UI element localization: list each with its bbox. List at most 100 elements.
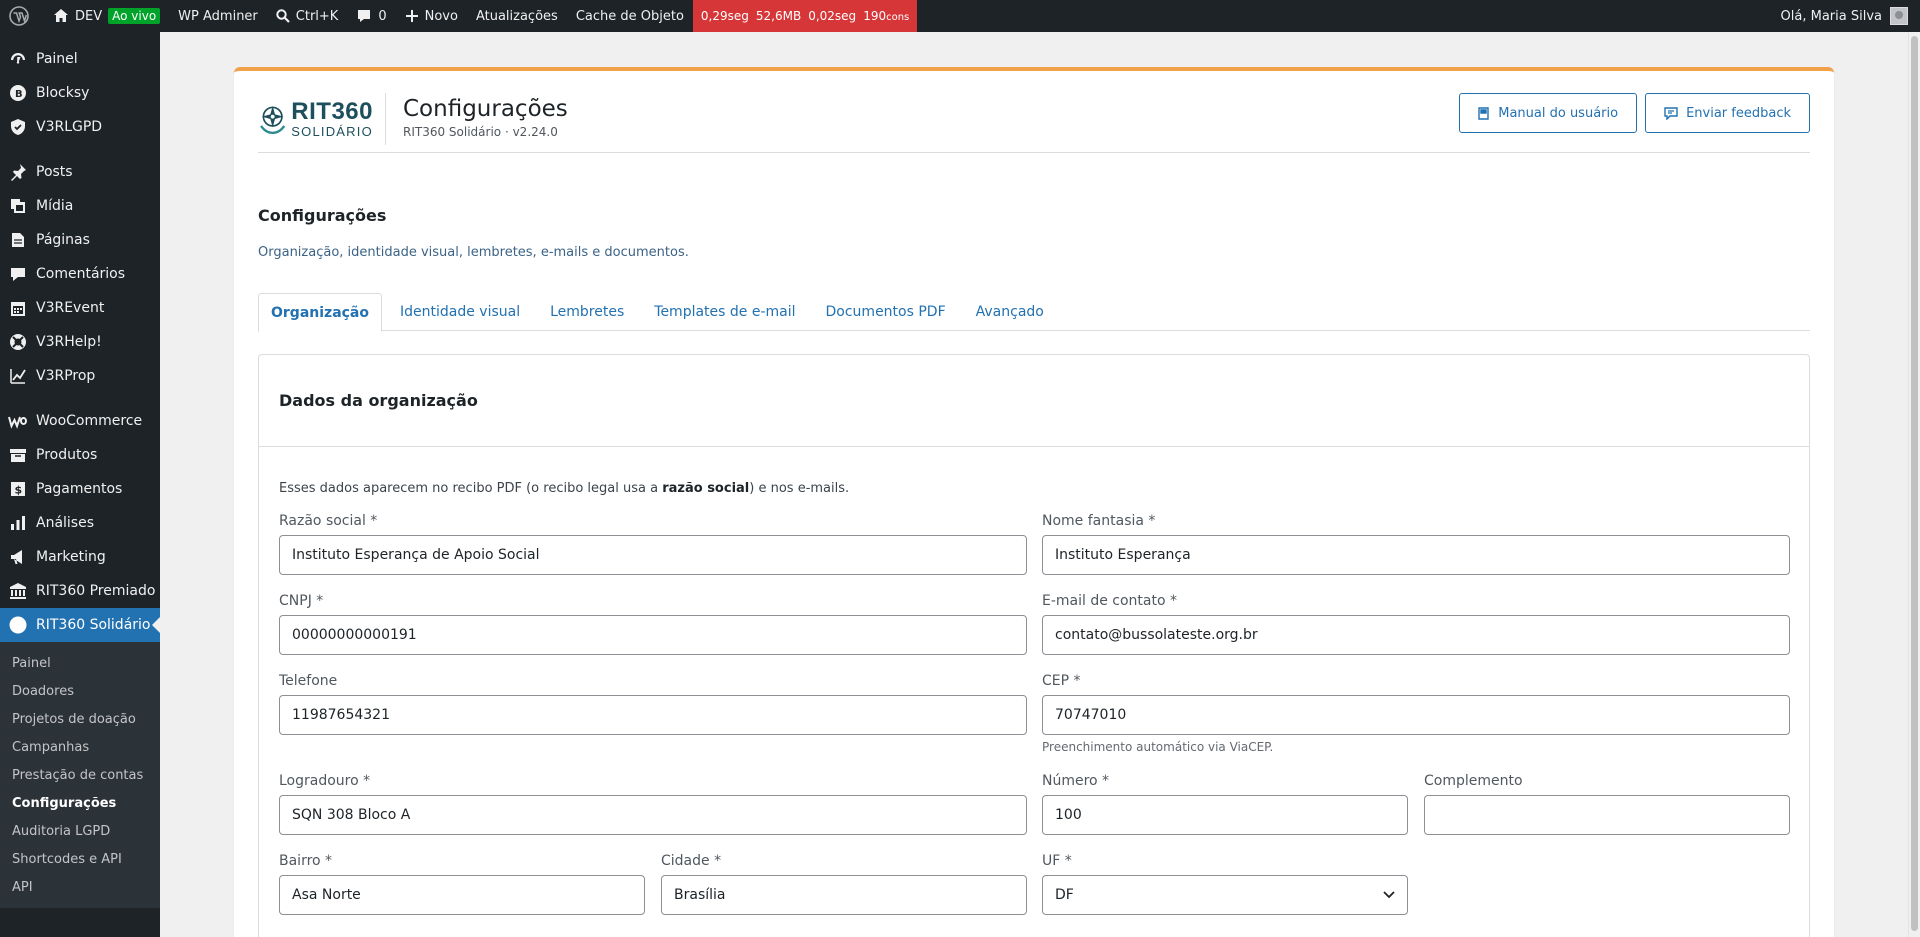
logo-subtitle: SOLIDÁRIO <box>291 124 373 139</box>
main-content: RIT360 SOLIDÁRIO Configurações RIT360 So… <box>160 32 1920 937</box>
bar-chart-icon <box>8 513 28 533</box>
perf-queries: 190cons <box>863 9 910 23</box>
telefone-input[interactable]: 11987654321 <box>279 695 1027 735</box>
new-label: Novo <box>424 8 458 24</box>
cnpj-label: CNPJ * <box>279 593 324 609</box>
megaphone-icon <box>8 547 28 567</box>
logradouro-label: Logradouro * <box>279 773 371 789</box>
sidebar-item-woocommerce[interactable]: WooCommerce <box>0 404 160 438</box>
sidebar-item-rit360-solidario[interactable]: RIT360 Solidário <box>0 608 160 642</box>
field-cnpj: CNPJ * 00000000000191 <box>279 593 1027 655</box>
my-account[interactable]: Olá, Maria Silva <box>1781 7 1920 25</box>
logradouro-input[interactable]: SQN 308 Bloco A <box>279 795 1027 835</box>
updates-label: Atualizações <box>475 8 558 24</box>
svg-text:$: $ <box>15 484 23 497</box>
lifebuoy-icon <box>8 332 28 352</box>
object-cache-link[interactable]: Cache de Objeto <box>567 0 693 32</box>
sidebar-item-paginas[interactable]: Páginas <box>0 223 160 257</box>
media-icon <box>8 196 28 216</box>
sidebar-item-marketing[interactable]: Marketing <box>0 540 160 574</box>
wp-adminer-link[interactable]: WP Adminer <box>169 0 267 32</box>
telefone-label: Telefone <box>279 673 338 689</box>
submenu-item-auditoria[interactable]: Auditoria LGPD <box>0 817 160 845</box>
sidebar-item-posts[interactable]: Posts <box>0 155 160 189</box>
sidebar-item-blocksy[interactable]: B Blocksy <box>0 76 160 110</box>
feedback-icon <box>1664 106 1678 120</box>
page-icon <box>8 230 28 250</box>
sidebar-item-comentarios[interactable]: Comentários <box>0 257 160 291</box>
page-scrollbar[interactable] <box>1908 32 1920 937</box>
submenu-item-doadores[interactable]: Doadores <box>0 677 160 705</box>
user-manual-button[interactable]: Manual do usuário <box>1459 93 1638 133</box>
pin-icon <box>8 162 28 182</box>
admin-sidebar: Painel B Blocksy V3RLGPD Posts Mídia Pági… <box>0 32 160 937</box>
sidebar-item-v3rhelp[interactable]: V3RHelp! <box>0 325 160 359</box>
sidebar-item-partial[interactable] <box>0 908 160 930</box>
sidebar-item-midia[interactable]: Mídia <box>0 189 160 223</box>
tab-organizacao[interactable]: Organização <box>258 293 382 332</box>
submenu-rit360-solidario: Painel Doadores Projetos de doação Campa… <box>0 642 160 908</box>
scrollbar-thumb[interactable] <box>1911 36 1918 931</box>
logo-wordmark: RIT360 <box>291 98 373 125</box>
numero-label: Número * <box>1042 773 1110 789</box>
razao-social-input[interactable]: Instituto Esperança de Apoio Social <box>279 535 1027 575</box>
wordpress-logo-icon[interactable] <box>0 0 44 32</box>
submenu-item-shortcodes[interactable]: Shortcodes e API <box>0 845 160 873</box>
search-shortcut: Ctrl+K <box>295 8 339 24</box>
comment-icon <box>8 264 28 284</box>
nome-fantasia-input[interactable]: Instituto Esperança <box>1042 535 1790 575</box>
query-monitor-perf[interactable]: 0,29seg 52,6MB 0,02seg 190cons <box>692 0 918 32</box>
tab-templates-email[interactable]: Templates de e-mail <box>642 293 807 331</box>
submenu-item-api[interactable]: API <box>0 873 160 901</box>
sidebar-item-analises[interactable]: Análises <box>0 506 160 540</box>
sidebar-item-pagamentos[interactable]: $ Pagamentos <box>0 472 160 506</box>
settings-tabs: Organização Identidade visual Lembretes … <box>258 293 1810 332</box>
submenu-item-campanhas[interactable]: Campanhas <box>0 733 160 761</box>
cep-input[interactable]: 70747010 <box>1042 695 1790 735</box>
tab-lembretes[interactable]: Lembretes <box>538 293 636 331</box>
card-title: Dados da organização <box>279 391 478 410</box>
admin-bar: DEV Ao vivo WP Adminer Ctrl+K 0 Novo Atu… <box>0 0 1920 32</box>
sidebar-item-produtos[interactable]: Produtos <box>0 438 160 472</box>
field-bairro: Bairro * Asa Norte <box>279 853 645 915</box>
sidebar-item-painel[interactable]: Painel <box>0 42 160 76</box>
tab-avancado[interactable]: Avançado <box>964 293 1056 331</box>
sidebar-item-v3rlgpd[interactable]: V3RLGPD <box>0 110 160 144</box>
submenu-item-configuracoes[interactable]: Configurações <box>0 789 160 817</box>
cnpj-input[interactable]: 00000000000191 <box>279 615 1027 655</box>
payments-icon: $ <box>8 479 28 499</box>
submenu-item-painel[interactable]: Painel <box>0 649 160 677</box>
plugin-title: Configurações <box>403 96 568 122</box>
field-logradouro: Logradouro * SQN 308 Bloco A <box>279 773 1027 835</box>
cidade-input[interactable]: Brasília <box>661 875 1027 915</box>
uf-value: DF <box>1055 887 1074 903</box>
complemento-input[interactable] <box>1424 795 1790 835</box>
new-content-link[interactable]: Novo <box>396 0 467 32</box>
comments-link[interactable]: 0 <box>347 0 395 32</box>
email-label: E-mail de contato * <box>1042 593 1178 609</box>
updates-link[interactable]: Atualizações <box>467 0 567 32</box>
bairro-input[interactable]: Asa Norte <box>279 875 645 915</box>
plugin-header: RIT360 SOLIDÁRIO Configurações RIT360 So… <box>258 93 1810 153</box>
search-icon <box>276 9 290 23</box>
tab-documentos-pdf[interactable]: Documentos PDF <box>814 293 958 331</box>
wp-adminer-label: WP Adminer <box>178 8 258 24</box>
submenu-item-prestacao[interactable]: Prestação de contas <box>0 761 160 789</box>
field-email: E-mail de contato * contato@bussolateste… <box>1042 593 1790 655</box>
site-name: DEV <box>75 8 103 24</box>
plugin-version: RIT360 Solidário · v2.24.0 <box>403 125 558 139</box>
site-name-link[interactable]: DEV Ao vivo <box>44 0 169 32</box>
sidebar-item-rit360-premiado[interactable]: RIT360 Premiado <box>0 574 160 608</box>
field-cep: CEP * 70747010 Preenchimento automático … <box>1042 673 1790 754</box>
submenu-item-projetos[interactable]: Projetos de doação <box>0 705 160 733</box>
send-feedback-button[interactable]: Enviar feedback <box>1645 93 1810 133</box>
email-input[interactable]: contato@bussolateste.org.br <box>1042 615 1790 655</box>
numero-input[interactable]: 100 <box>1042 795 1408 835</box>
sidebar-item-v3revent[interactable]: V3REvent <box>0 291 160 325</box>
plugin-logo: RIT360 SOLIDÁRIO <box>258 93 386 145</box>
tab-identidade-visual[interactable]: Identidade visual <box>388 293 532 331</box>
uf-select[interactable]: DF <box>1042 875 1408 915</box>
sidebar-item-v3rprop[interactable]: V3RProp <box>0 359 160 393</box>
search-command[interactable]: Ctrl+K <box>267 0 348 32</box>
field-complemento: Complemento <box>1424 773 1790 835</box>
